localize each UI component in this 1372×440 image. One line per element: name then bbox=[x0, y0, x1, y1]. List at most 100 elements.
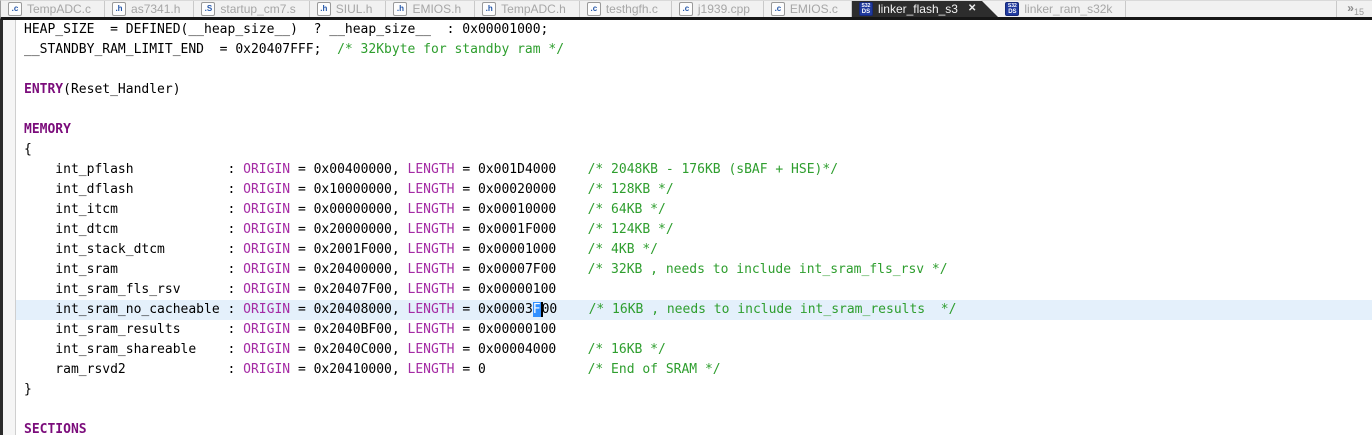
code-comment: /* 16KB , needs to include int_sram_resu… bbox=[588, 302, 957, 317]
code-keyword: LENGTH bbox=[407, 162, 455, 177]
code-text: = 0x20407F00, bbox=[290, 282, 408, 297]
code-keyword: ORIGIN bbox=[243, 302, 291, 317]
code-text: HEAP_SIZE = DEFINED(__heap_size__) ? __h… bbox=[24, 22, 549, 37]
tab-label: EMIOS.h bbox=[412, 2, 462, 16]
code-keyword: LENGTH bbox=[407, 302, 455, 317]
tab-overflow-button[interactable]: » 15 bbox=[1336, 1, 1372, 17]
code-text: = 0x00000000, bbox=[290, 202, 408, 217]
code-line[interactable]: ram_rsvd2 : ORIGIN = 0x20410000, LENGTH … bbox=[3, 360, 1372, 380]
code-line[interactable] bbox=[3, 100, 1372, 120]
code-text: = 0x2040BF00, bbox=[290, 322, 408, 337]
editor-gutter bbox=[3, 20, 16, 435]
code-text: = 0x00007F00 bbox=[454, 262, 588, 277]
code-line[interactable]: int_sram_shareable : ORIGIN = 0x2040C000… bbox=[3, 340, 1372, 360]
c-file-icon: .c bbox=[8, 2, 22, 16]
tab-label: TempADC.c bbox=[27, 2, 92, 16]
code-line[interactable]: int_stack_dtcm : ORIGIN = 0x2001F000, LE… bbox=[3, 240, 1372, 260]
tab-linker_flash_s3[interactable]: S32 DS linker_flash_s3 ✕ bbox=[851, 1, 999, 17]
code-line[interactable]: } bbox=[3, 380, 1372, 400]
h-file-icon: .h bbox=[316, 2, 331, 16]
code-keyword: LENGTH bbox=[407, 282, 455, 297]
tab-TempADC.h[interactable]: .h TempADC.h bbox=[475, 1, 580, 17]
chevron-overflow-icon: » bbox=[1347, 1, 1354, 15]
code-line[interactable]: { bbox=[3, 140, 1372, 160]
code-text: = 0x00000100 bbox=[454, 282, 557, 297]
code-area[interactable]: HEAP_SIZE = DEFINED(__heap_size__) ? __h… bbox=[3, 20, 1372, 437]
code-text: = 0x10000000, bbox=[290, 182, 408, 197]
code-line[interactable]: __STANDBY_RAM_LIMIT_END = 0x20407FFF; /*… bbox=[3, 40, 1372, 60]
tab-TempADC.c[interactable]: .c TempADC.c bbox=[1, 1, 106, 17]
code-text: int_sram_no_cacheable : bbox=[24, 302, 244, 317]
code-keyword: LENGTH bbox=[407, 222, 455, 237]
code-line-current[interactable]: int_sram_no_cacheable : ORIGIN = 0x20408… bbox=[3, 300, 1372, 320]
code-text: = 0 bbox=[454, 362, 588, 377]
code-keyword: LENGTH bbox=[407, 182, 455, 197]
tab-as7341.h[interactable]: .h as7341.h bbox=[105, 1, 195, 17]
selected-text: F bbox=[532, 302, 541, 317]
c-file-icon: .c bbox=[678, 2, 693, 16]
h-file-icon: .h bbox=[482, 2, 497, 16]
code-line[interactable]: int_sram_fls_rsv : ORIGIN = 0x20407F00, … bbox=[3, 280, 1372, 300]
c-file-icon: .c bbox=[770, 2, 785, 16]
editor-pane: HEAP_SIZE = DEFINED(__heap_size__) ? __h… bbox=[0, 20, 1372, 437]
code-text: = 0x20400000, bbox=[290, 262, 408, 277]
code-comment: /* 128KB */ bbox=[587, 182, 674, 197]
code-line[interactable]: ENTRY(Reset_Handler) bbox=[3, 80, 1372, 100]
code-keyword: ENTRY bbox=[24, 82, 64, 97]
code-line[interactable]: HEAP_SIZE = DEFINED(__heap_size__) ? __h… bbox=[3, 20, 1372, 40]
code-text: = 0x00001000 bbox=[454, 242, 588, 257]
code-line[interactable]: int_dflash : ORIGIN = 0x10000000, LENGTH… bbox=[3, 180, 1372, 200]
code-text: = 0x2040C000, bbox=[290, 342, 408, 357]
code-keyword: ORIGIN bbox=[243, 222, 291, 237]
code-text: = 0x00400000, bbox=[290, 162, 408, 177]
tab-startup_cm7.s[interactable]: .S startup_cm7.s bbox=[194, 1, 310, 17]
h-file-icon: .h bbox=[393, 2, 408, 16]
code-comment: /* End of SRAM */ bbox=[587, 362, 721, 377]
code-comment: /* 64KB */ bbox=[587, 202, 666, 217]
code-line[interactable] bbox=[3, 60, 1372, 80]
code-keyword: LENGTH bbox=[407, 242, 455, 257]
tab-EMIOS.c[interactable]: .c EMIOS.c bbox=[764, 1, 852, 17]
code-line[interactable]: SECTIONS bbox=[3, 420, 1372, 440]
code-keyword: LENGTH bbox=[407, 262, 455, 277]
code-text: { bbox=[24, 142, 32, 157]
tab-label: as7341.h bbox=[131, 2, 181, 16]
s32ds-file-icon: S32 DS bbox=[1005, 2, 1020, 16]
code-text: = 0x20408000, bbox=[290, 302, 408, 317]
code-text: int_stack_dtcm : bbox=[24, 242, 244, 257]
code-line[interactable]: MEMORY bbox=[3, 120, 1372, 140]
code-keyword: LENGTH bbox=[407, 322, 455, 337]
tab-j1939.cpp[interactable]: .c j1939.cpp bbox=[672, 1, 764, 17]
code-line[interactable]: int_sram_results : ORIGIN = 0x2040BF00, … bbox=[3, 320, 1372, 340]
code-line[interactable]: int_itcm : ORIGIN = 0x00000000, LENGTH =… bbox=[3, 200, 1372, 220]
asm-file-icon: .S bbox=[201, 2, 216, 16]
code-text: = 0x00020000 bbox=[454, 182, 588, 197]
code-text: = 0x0001F000 bbox=[454, 222, 588, 237]
code-text: = 0x00000100 bbox=[454, 322, 557, 337]
tab-testhgfh.c[interactable]: .c testhgfh.c bbox=[580, 1, 672, 17]
code-keyword: ORIGIN bbox=[243, 202, 291, 217]
tab-bar: .c TempADC.c .h as7341.h .S startup_cm7.s .h SI… bbox=[0, 0, 1372, 20]
code-keyword: ORIGIN bbox=[243, 342, 291, 357]
tab-label: TempADC.h bbox=[501, 2, 566, 16]
close-icon[interactable]: ✕ bbox=[968, 4, 976, 14]
code-line[interactable] bbox=[3, 400, 1372, 420]
tab-linker_ram_s32k[interactable]: S32 DS linker_ram_s32k bbox=[998, 1, 1127, 17]
code-text: = 0x00004000 bbox=[454, 342, 588, 357]
tab-SIUL.h[interactable]: .h SIUL.h bbox=[310, 1, 387, 17]
code-line[interactable]: int_dtcm : ORIGIN = 0x20000000, LENGTH =… bbox=[3, 220, 1372, 240]
code-keyword: ORIGIN bbox=[243, 242, 291, 257]
tab-label: SIUL.h bbox=[335, 2, 373, 16]
tab-EMIOS.h[interactable]: .h EMIOS.h bbox=[386, 1, 476, 17]
code-text: = 0x2001F000, bbox=[290, 242, 408, 257]
tab-label: j1939.cpp bbox=[697, 2, 750, 16]
code-text: int_sram_shareable : bbox=[24, 342, 244, 357]
code-text: int_sram : bbox=[24, 262, 244, 277]
code-text: = 0x001D4000 bbox=[454, 162, 588, 177]
code-line[interactable]: int_sram : ORIGIN = 0x20400000, LENGTH =… bbox=[3, 260, 1372, 280]
code-comment: /* 32Kbyte for standby ram */ bbox=[337, 42, 565, 57]
code-text: int_pflash : bbox=[24, 162, 244, 177]
code-text: } bbox=[24, 382, 32, 397]
tab-label: EMIOS.c bbox=[789, 2, 838, 16]
code-line[interactable]: int_pflash : ORIGIN = 0x00400000, LENGTH… bbox=[3, 160, 1372, 180]
